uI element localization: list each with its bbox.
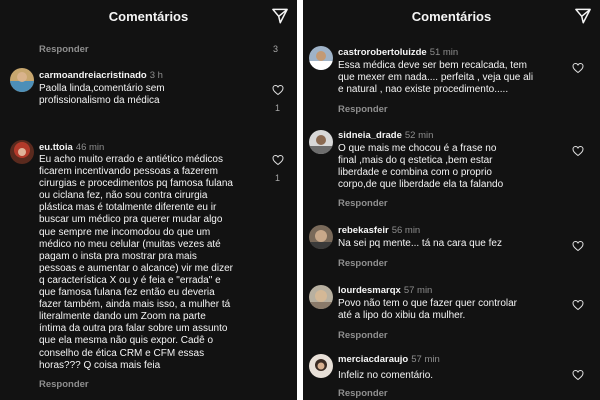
comments-title: Comentários xyxy=(411,9,492,24)
comment-username[interactable]: castrorobertoluizde xyxy=(338,47,427,58)
heart-icon[interactable] xyxy=(572,62,584,74)
comment-time: 46 min xyxy=(75,142,105,153)
reply-button[interactable]: Responder xyxy=(338,198,388,209)
comments-panel-left: Comentários Responder 3 carmoandreiacris… xyxy=(0,0,297,400)
comments-header: Comentários xyxy=(303,0,600,32)
avatar[interactable] xyxy=(309,354,333,378)
comments-header: Comentários xyxy=(0,0,297,32)
heart-icon[interactable] xyxy=(272,154,284,166)
comment-time: 57 min xyxy=(411,354,440,365)
send-icon[interactable] xyxy=(271,7,289,25)
avatar[interactable] xyxy=(309,46,333,70)
comments-panel-right: Comentários castrorobertoluizde 51 min Es… xyxy=(303,0,600,400)
comment-text: Paolla linda,comentário sem profissional… xyxy=(39,83,165,107)
reply-button[interactable]: Responder xyxy=(338,258,388,269)
comment-text: Na sei pq mente... tá na cara que fez xyxy=(338,238,502,249)
avatar[interactable] xyxy=(10,68,34,92)
like-count: 1 xyxy=(275,103,281,113)
heart-icon[interactable] xyxy=(572,369,584,381)
reply-button[interactable]: Responder xyxy=(39,379,89,390)
reply-button[interactable]: Responder xyxy=(338,330,388,341)
avatar[interactable] xyxy=(309,130,333,154)
comment-text: Infeliz no comentário. xyxy=(338,370,434,381)
comment-time: 56 min xyxy=(391,225,421,236)
comment-text: Povo não tem o que fazer quer controlar … xyxy=(338,298,517,322)
avatar[interactable] xyxy=(309,285,333,309)
comment-time: 3 h xyxy=(149,70,163,81)
comment-text: Essa médica deve ser bem recalcada, tem … xyxy=(338,60,534,96)
comment-username[interactable]: lourdesmarqx xyxy=(338,285,401,296)
reply-button[interactable]: Responder xyxy=(338,388,388,399)
reply-count: 3 xyxy=(273,44,279,54)
comment-username[interactable]: carmoandreiacristinado xyxy=(39,70,147,81)
comment-username[interactable]: rebekasfeir xyxy=(338,225,389,236)
avatar[interactable] xyxy=(10,140,34,164)
comment-text: O que mais me chocou é a frase no final … xyxy=(338,143,504,191)
heart-icon[interactable] xyxy=(572,145,584,157)
like-count: 1 xyxy=(275,173,281,183)
comments-title: Comentários xyxy=(108,9,189,24)
comment-time: 57 min xyxy=(403,285,433,296)
reply-button[interactable]: Responder xyxy=(39,44,89,55)
comment-username[interactable]: eu.ttoia xyxy=(39,142,73,153)
comment-text: Eu acho muito errado e antiético médicos… xyxy=(39,154,233,371)
comment-username[interactable]: merciacdaraujo xyxy=(338,354,408,365)
heart-icon[interactable] xyxy=(572,240,584,252)
comment-username[interactable]: sidneia_drade xyxy=(338,130,402,141)
avatar[interactable] xyxy=(309,225,333,249)
send-icon[interactable] xyxy=(574,7,592,25)
heart-icon[interactable] xyxy=(572,299,584,311)
comment-time: 52 min xyxy=(404,130,434,141)
comment-time: 51 min xyxy=(429,47,459,58)
heart-icon[interactable] xyxy=(272,84,284,96)
reply-button[interactable]: Responder xyxy=(338,104,388,115)
